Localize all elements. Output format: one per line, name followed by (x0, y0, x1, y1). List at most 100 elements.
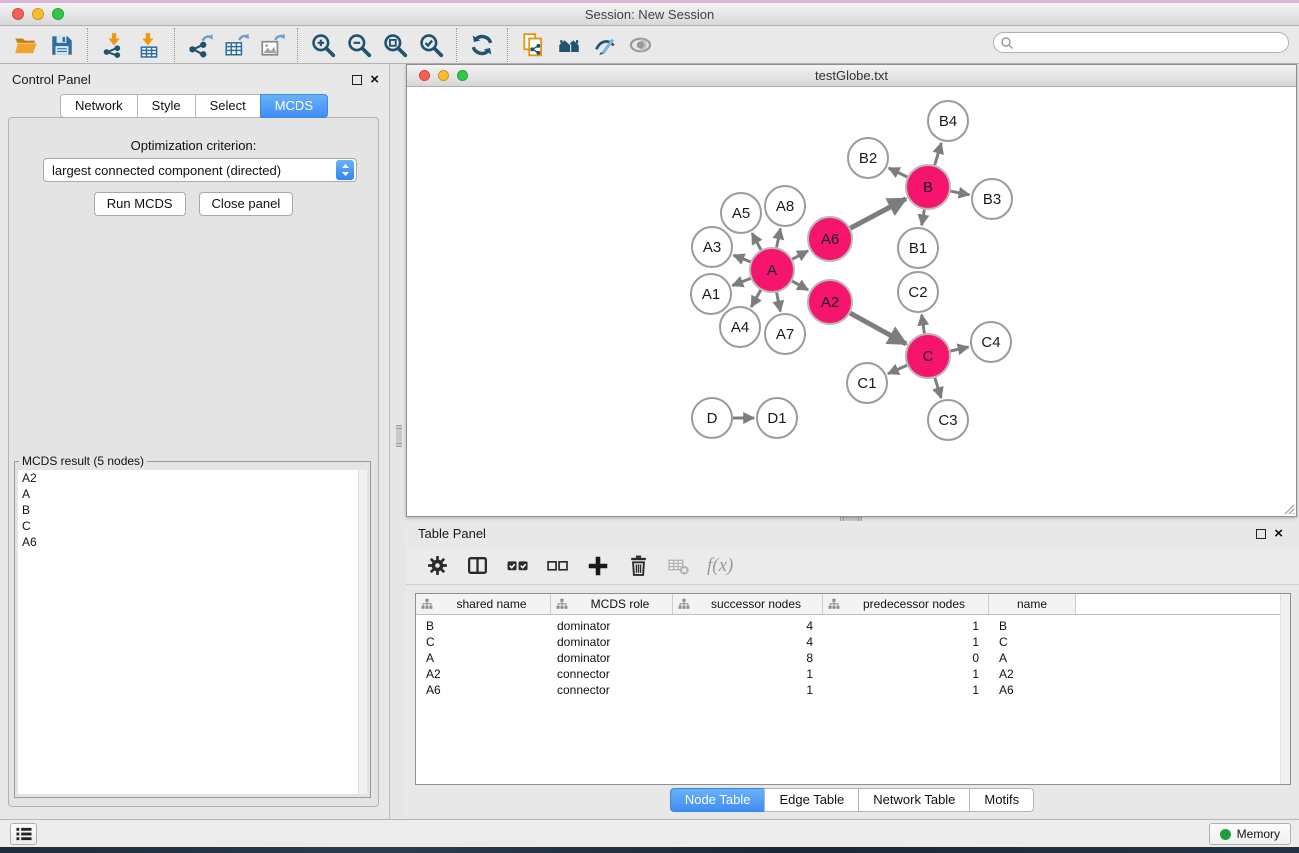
search-field[interactable] (993, 32, 1289, 53)
list-item[interactable]: A6 (18, 534, 367, 550)
edge-A-A3[interactable] (734, 255, 751, 262)
edge-A-A4[interactable] (751, 290, 760, 307)
table-scrollbar-track[interactable] (1280, 594, 1290, 784)
task-history-button[interactable] (10, 823, 37, 845)
close-panel-icon[interactable]: × (370, 75, 379, 85)
delete-table-icon (667, 554, 690, 577)
tab-style[interactable]: Style (137, 94, 196, 118)
save-icon (49, 32, 75, 58)
open-session-button[interactable] (8, 29, 44, 61)
list-item[interactable]: B (18, 502, 367, 518)
show-hide-annotations-button[interactable] (623, 29, 659, 61)
column-header-name[interactable]: name (989, 594, 1076, 614)
zoom-fit-icon (382, 32, 408, 58)
export-network-button[interactable] (182, 29, 218, 61)
tab-edge-table[interactable]: Edge Table (764, 788, 859, 812)
zoom-window-button[interactable] (52, 8, 64, 20)
edge-A-A2[interactable] (792, 281, 808, 290)
vertical-splitter-handle[interactable] (396, 425, 402, 447)
deselect-all-button[interactable] (546, 554, 569, 577)
criterion-select[interactable]: largest connected component (directed) (43, 158, 357, 182)
zoom-selected-button[interactable] (413, 29, 449, 61)
float-panel-icon[interactable] (352, 75, 362, 85)
select-all-button[interactable] (506, 554, 529, 577)
close-panel-button[interactable]: Close panel (199, 192, 294, 216)
table-row[interactable]: C dominator 4 1 C (416, 634, 1290, 650)
tab-node-table[interactable]: Node Table (670, 788, 766, 812)
import-network-button[interactable] (95, 29, 131, 61)
column-header-shared-name[interactable]: shared name (416, 594, 551, 614)
export-table-button[interactable] (218, 29, 254, 61)
edge-C-C2[interactable] (922, 315, 925, 334)
edge-A-A1[interactable] (732, 278, 750, 285)
node-label-C: C (923, 348, 934, 365)
tab-network-table[interactable]: Network Table (858, 788, 970, 812)
node-label-A6: A6 (821, 231, 839, 248)
list-item[interactable]: A2 (18, 470, 367, 486)
edge-A2-C[interactable] (850, 313, 906, 344)
close-table-panel-icon[interactable]: × (1274, 529, 1283, 539)
import-table-button[interactable] (131, 29, 167, 61)
edge-B-B3[interactable] (951, 191, 970, 195)
network-canvas[interactable]: B4B2BB3A8A5A6A3B1AC2A1A2A4A7C4CC1DD1C3 (407, 87, 1296, 516)
edge-A6-B[interactable] (850, 199, 906, 229)
show-columns-button[interactable] (466, 554, 489, 577)
memory-label: Memory (1237, 827, 1280, 841)
column-header-mcds-role[interactable]: MCDS role (551, 594, 673, 614)
tab-mcds[interactable]: MCDS (260, 94, 328, 118)
edge-A-A6[interactable] (792, 251, 808, 259)
edge-A-A8[interactable] (777, 229, 781, 248)
tab-select[interactable]: Select (195, 94, 261, 118)
column-header-successor-nodes[interactable]: successor nodes (673, 594, 823, 614)
save-session-button[interactable] (44, 29, 80, 61)
minimize-network-window-button[interactable] (438, 70, 449, 81)
zoom-fit-button[interactable] (377, 29, 413, 61)
list-item[interactable]: C (18, 518, 367, 534)
new-network-from-selection-button[interactable] (515, 29, 551, 61)
tab-network[interactable]: Network (60, 94, 138, 118)
scrollbar-track[interactable] (358, 470, 367, 794)
run-mcds-button[interactable]: Run MCDS (94, 192, 186, 216)
minimize-window-button[interactable] (32, 8, 44, 20)
export-table-icon (223, 32, 249, 58)
delete-table-button[interactable] (667, 554, 690, 577)
export-image-button[interactable] (254, 29, 290, 61)
edge-B-B1[interactable] (922, 210, 925, 226)
table-row[interactable]: A6 connector 1 1 A6 (416, 682, 1290, 698)
list-item[interactable]: A (18, 486, 367, 502)
node-label-A: A (767, 262, 777, 279)
column-header-predecessor-nodes[interactable]: predecessor nodes (823, 594, 989, 614)
header-filler (1076, 594, 1290, 614)
add-column-button[interactable] (586, 554, 610, 578)
table-row[interactable]: B dominator 4 1 B (416, 618, 1290, 634)
graphics-details-button[interactable] (587, 29, 623, 61)
deselect-all-icon (546, 554, 569, 577)
zoom-in-button[interactable] (305, 29, 341, 61)
delete-column-button[interactable] (627, 554, 650, 577)
tab-motifs[interactable]: Motifs (969, 788, 1034, 812)
node-label-B2: B2 (859, 150, 877, 167)
zoom-out-button[interactable] (341, 29, 377, 61)
zoom-out-icon (346, 32, 372, 58)
network-overview-button[interactable] (551, 29, 587, 61)
edge-B-B2[interactable] (889, 168, 908, 177)
table-settings-button[interactable] (426, 554, 449, 577)
resize-grip-icon[interactable] (1281, 501, 1295, 515)
table-row[interactable]: A2 connector 1 1 A2 (416, 666, 1290, 682)
zoom-network-window-button[interactable] (457, 70, 468, 81)
close-network-window-button[interactable] (419, 70, 430, 81)
memory-button[interactable]: Memory (1209, 823, 1291, 845)
edge-C-C1[interactable] (888, 365, 907, 373)
refresh-button[interactable] (464, 29, 500, 61)
function-builder-button[interactable]: f(x) (707, 555, 733, 577)
close-window-button[interactable] (12, 8, 24, 20)
edge-A-A7[interactable] (777, 293, 781, 312)
edge-C-C4[interactable] (951, 347, 969, 351)
search-input[interactable] (1014, 36, 1274, 50)
float-table-panel-icon[interactable] (1256, 529, 1266, 539)
edge-B-B4[interactable] (935, 143, 942, 165)
edge-C-C3[interactable] (935, 378, 941, 398)
control-panel-tabs: Network Style Select MCDS (0, 94, 389, 118)
edge-A-A5[interactable] (752, 233, 761, 250)
table-row[interactable]: A dominator 8 0 A (416, 650, 1290, 666)
